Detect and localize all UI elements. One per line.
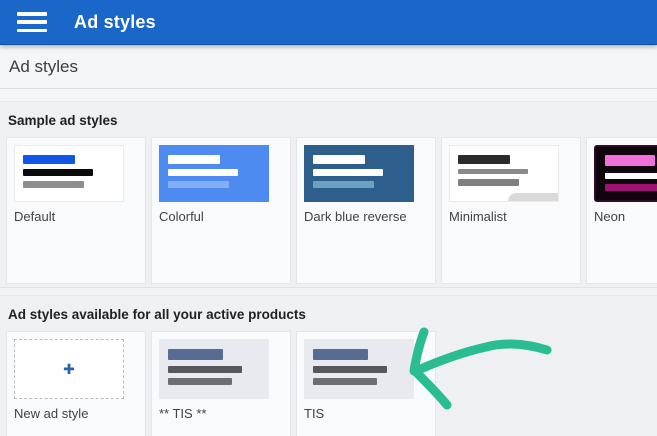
sample-section-heading: Sample ad styles — [8, 113, 118, 128]
ad-preview-neon — [594, 145, 657, 202]
preview-url-bar — [313, 181, 374, 188]
ad-preview-default — [14, 145, 124, 202]
ad-style-label: New ad style — [14, 406, 89, 421]
ad-preview-minimalist — [449, 145, 559, 202]
active-section-heading: Ad styles available for all your active … — [8, 307, 306, 322]
app-bar: Ad styles — [0, 0, 657, 45]
active-cards-row: ✚ New ad style ** TIS ** TIS — [0, 331, 657, 436]
new-ad-style-card[interactable]: ✚ New ad style — [6, 331, 146, 436]
page-title: Ad styles — [0, 45, 657, 89]
ad-preview-dark-blue-reverse — [304, 145, 414, 202]
ad-style-label: TIS — [304, 406, 325, 421]
app-bar-title: Ad styles — [74, 11, 156, 32]
ad-style-label: Dark blue reverse — [304, 209, 407, 224]
preview-url-bar — [168, 378, 233, 385]
ad-style-card-minimalist[interactable]: Minimalist — [441, 137, 581, 284]
ad-style-label: Neon — [594, 209, 626, 224]
preview-text-bar — [458, 169, 528, 174]
ad-style-card-dark-blue-reverse[interactable]: Dark blue reverse — [296, 137, 436, 284]
preview-url-bar — [23, 181, 84, 188]
sample-cards-row: Default Colorful Dark blue reverse Minim… — [0, 137, 657, 284]
preview-title-bar — [23, 155, 76, 164]
preview-corner-tab — [508, 193, 558, 201]
adsense-ad-styles-page: Ad styles Ad styles Sample ad styles Def… — [0, 0, 657, 436]
preview-url-bar — [605, 184, 657, 191]
new-ad-style-dropzone[interactable]: ✚ — [14, 339, 124, 399]
preview-title-bar — [458, 155, 511, 164]
preview-title-bar — [313, 155, 366, 164]
preview-text-bar — [168, 366, 242, 373]
preview-title-bar — [168, 349, 224, 360]
ad-style-label: Colorful — [159, 209, 204, 224]
preview-text-bar — [605, 171, 657, 179]
hamburger-menu-icon[interactable] — [17, 12, 47, 32]
preview-text-bar — [23, 169, 93, 176]
section-divider — [0, 287, 657, 296]
ad-style-label: Default — [14, 209, 56, 224]
ad-preview-tis — [304, 339, 414, 399]
preview-title-bar — [605, 155, 656, 166]
plus-icon: ✚ — [63, 361, 75, 377]
preview-text-bar — [168, 169, 238, 176]
preview-text-bar — [313, 366, 387, 373]
ad-style-card-colorful[interactable]: Colorful — [151, 137, 291, 284]
preview-url-bar — [168, 181, 229, 188]
preview-url-bar — [313, 378, 378, 385]
ad-style-card-tis[interactable]: TIS — [296, 331, 436, 436]
toolbar-strip — [0, 89, 657, 102]
ad-style-card-default[interactable]: Default — [6, 137, 146, 284]
preview-url-bar — [458, 179, 519, 186]
preview-title-bar — [168, 155, 221, 164]
preview-text-bar — [313, 169, 383, 176]
preview-title-bar — [313, 349, 369, 360]
ad-preview-colorful — [159, 145, 269, 202]
ad-style-card-tis-starred[interactable]: ** TIS ** — [151, 331, 291, 436]
ad-style-card-neon[interactable]: Neon — [586, 137, 657, 284]
ad-style-label: ** TIS ** — [159, 406, 207, 421]
ad-style-label: Minimalist — [449, 209, 507, 224]
ad-preview-tis-starred — [159, 339, 269, 399]
